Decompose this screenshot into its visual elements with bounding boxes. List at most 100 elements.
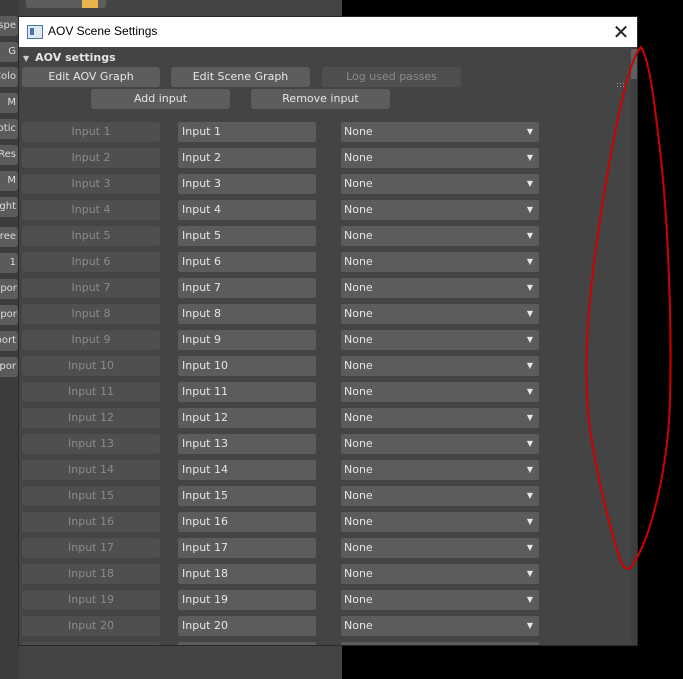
input-row: Input 18 Input 18 None ▼ xyxy=(19,564,631,584)
dropdown-arrow-icon: ▼ xyxy=(526,569,533,578)
grip-icon xyxy=(617,83,625,89)
input-source-dropdown[interactable]: None ▼ xyxy=(341,382,539,402)
input-label-button[interactable]: Input 18 xyxy=(22,564,160,584)
input-name-field[interactable]: Input 11 xyxy=(178,382,316,402)
input-source-dropdown[interactable]: None ▼ xyxy=(341,122,539,142)
input-source-dropdown[interactable]: None ▼ xyxy=(341,460,539,480)
input-name-field[interactable]: Input 2 xyxy=(178,148,316,168)
input-name-field[interactable]: Input 20 xyxy=(178,616,316,636)
input-label-button[interactable]: Input 20 xyxy=(22,616,160,636)
section-header-aov-settings[interactable]: ▼ AOV settings xyxy=(23,51,116,67)
input-row: Input 3 Input 3 None ▼ xyxy=(19,174,631,194)
input-name-field[interactable]: Input 7 xyxy=(178,278,316,298)
input-label-button[interactable]: Input 16 xyxy=(22,512,160,532)
input-source-dropdown[interactable]: None ▼ xyxy=(341,174,539,194)
dropdown-value: None xyxy=(344,645,373,646)
dropdown-value: None xyxy=(344,281,373,294)
input-label-button[interactable]: Input 17 xyxy=(22,538,160,558)
dropdown-arrow-icon: ▼ xyxy=(526,335,533,344)
input-name-field[interactable] xyxy=(178,642,316,645)
vertical-scrollbar[interactable] xyxy=(631,47,637,645)
background-side-button: ight xyxy=(0,197,18,217)
dropdown-arrow-icon: ▼ xyxy=(526,543,533,552)
input-label-button[interactable]: Input 11 xyxy=(22,382,160,402)
input-row: Input 10 Input 10 None ▼ xyxy=(19,356,631,376)
input-name-field[interactable]: Input 5 xyxy=(178,226,316,246)
input-source-dropdown[interactable]: None ▼ xyxy=(341,512,539,532)
input-name-field[interactable]: Input 4 xyxy=(178,200,316,220)
input-name-field[interactable]: Input 10 xyxy=(178,356,316,376)
input-source-dropdown[interactable]: None ▼ xyxy=(341,486,539,506)
input-row: Input 8 Input 8 None ▼ xyxy=(19,304,631,324)
input-label-button[interactable]: Input 5 xyxy=(22,226,160,246)
input-source-dropdown[interactable]: None ▼ xyxy=(341,304,539,324)
input-label-button[interactable]: Input 2 xyxy=(22,148,160,168)
dropdown-value: None xyxy=(344,255,373,268)
dropdown-arrow-icon: ▼ xyxy=(526,621,533,630)
input-label-button[interactable]: Input 19 xyxy=(22,590,160,610)
dropdown-value: None xyxy=(344,567,373,580)
section-title: AOV settings xyxy=(35,51,116,64)
close-icon[interactable]: ✕ xyxy=(609,20,633,44)
input-label-button[interactable] xyxy=(22,642,160,645)
input-source-dropdown[interactable]: None ▼ xyxy=(341,356,539,376)
scrollbar-thumb[interactable] xyxy=(631,49,637,79)
input-label-button[interactable]: Input 6 xyxy=(22,252,160,272)
input-label-button[interactable]: Input 14 xyxy=(22,460,160,480)
title-bar[interactable]: AOV Scene Settings ✕ xyxy=(19,17,637,48)
input-source-dropdown[interactable]: None ▼ xyxy=(341,226,539,246)
background-side-button: M xyxy=(0,93,18,113)
dropdown-arrow-icon: ▼ xyxy=(526,387,533,396)
input-label-button[interactable]: Input 3 xyxy=(22,174,160,194)
input-source-dropdown[interactable]: None ▼ xyxy=(341,148,539,168)
input-name-field[interactable]: Input 17 xyxy=(178,538,316,558)
add-input-button[interactable]: Add input xyxy=(91,89,230,109)
input-row: Input 14 Input 14 None ▼ xyxy=(19,460,631,480)
input-source-dropdown[interactable]: None ▼ xyxy=(341,278,539,298)
input-name-field[interactable]: Input 14 xyxy=(178,460,316,480)
input-source-dropdown[interactable]: None ▼ xyxy=(341,590,539,610)
input-source-dropdown[interactable]: None ▼ xyxy=(341,330,539,350)
input-source-dropdown[interactable]: None ▼ xyxy=(341,642,539,646)
input-label-button[interactable]: Input 9 xyxy=(22,330,160,350)
dropdown-value: None xyxy=(344,151,373,164)
input-source-dropdown[interactable]: None ▼ xyxy=(341,538,539,558)
dropdown-arrow-icon: ▼ xyxy=(526,491,533,500)
input-name-field[interactable]: Input 1 xyxy=(178,122,316,142)
input-name-field[interactable]: Input 16 xyxy=(178,512,316,532)
edit-scene-graph-button[interactable]: Edit Scene Graph xyxy=(171,67,310,87)
dropdown-value: None xyxy=(344,125,373,138)
input-name-field[interactable]: Input 9 xyxy=(178,330,316,350)
input-source-dropdown[interactable]: None ▼ xyxy=(341,616,539,636)
input-name-field[interactable]: Input 18 xyxy=(178,564,316,584)
input-name-field[interactable]: Input 12 xyxy=(178,408,316,428)
dropdown-value: None xyxy=(344,411,373,424)
input-source-dropdown[interactable]: None ▼ xyxy=(341,564,539,584)
input-label-button[interactable]: Input 12 xyxy=(22,408,160,428)
input-label-button[interactable]: Input 13 xyxy=(22,434,160,454)
input-name-field[interactable]: Input 19 xyxy=(178,590,316,610)
input-source-dropdown[interactable]: None ▼ xyxy=(341,408,539,428)
dropdown-value: None xyxy=(344,619,373,632)
input-label-button[interactable]: Input 15 xyxy=(22,486,160,506)
input-name-field[interactable]: Input 15 xyxy=(178,486,316,506)
input-label-button[interactable]: Input 8 xyxy=(22,304,160,324)
input-source-dropdown[interactable]: None ▼ xyxy=(341,252,539,272)
log-used-passes-button[interactable]: Log used passes xyxy=(322,67,461,87)
dropdown-value: None xyxy=(344,515,373,528)
input-label-button[interactable]: Input 1 xyxy=(22,122,160,142)
input-name-field[interactable]: Input 13 xyxy=(178,434,316,454)
input-source-dropdown[interactable]: None ▼ xyxy=(341,200,539,220)
collapse-arrow-icon[interactable]: ▼ xyxy=(23,54,29,63)
input-source-dropdown[interactable]: None ▼ xyxy=(341,434,539,454)
input-label-button[interactable]: Input 7 xyxy=(22,278,160,298)
dropdown-value: None xyxy=(344,593,373,606)
edit-aov-graph-button[interactable]: Edit AOV Graph xyxy=(22,67,160,87)
input-name-field[interactable]: Input 8 xyxy=(178,304,316,324)
dropdown-arrow-icon: ▼ xyxy=(526,205,533,214)
input-name-field[interactable]: Input 3 xyxy=(178,174,316,194)
input-label-button[interactable]: Input 10 xyxy=(22,356,160,376)
input-label-button[interactable]: Input 4 xyxy=(22,200,160,220)
input-name-field[interactable]: Input 6 xyxy=(178,252,316,272)
remove-input-button[interactable]: Remove input xyxy=(251,89,390,109)
